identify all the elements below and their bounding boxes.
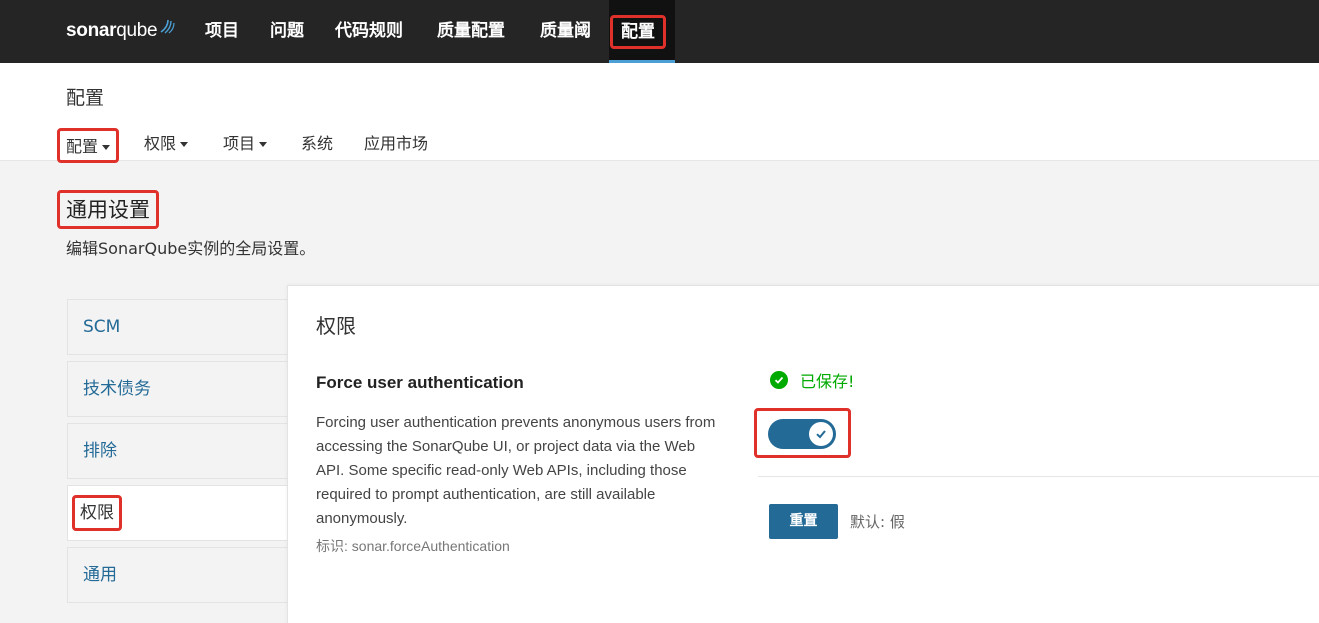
section-description: 编辑SonarQube实例的全局设置。 xyxy=(66,239,316,258)
nav-quality-profiles[interactable]: 质量配置 xyxy=(437,0,505,63)
subnav-projects-label: 项目 xyxy=(223,134,256,153)
subnav-security-label: 权限 xyxy=(144,134,177,153)
sonarqube-logo[interactable]: sonar qube xyxy=(66,14,175,48)
force-auth-toggle[interactable] xyxy=(768,419,836,449)
check-circle-icon xyxy=(770,371,788,389)
subnav-security[interactable]: 权限 xyxy=(144,130,189,154)
subnav-configuration[interactable]: 配置 xyxy=(57,128,120,163)
divider xyxy=(758,476,1319,477)
page-title: 配置 xyxy=(66,87,105,109)
nav-administration[interactable]: 配置 xyxy=(609,0,675,63)
toggle-knob xyxy=(809,422,833,446)
category-technical-debt[interactable]: 技术债务 xyxy=(67,361,289,417)
nav-rules[interactable]: 代码规则 xyxy=(335,0,403,63)
category-exclusions[interactable]: 排除 xyxy=(67,423,289,479)
category-label: SCM xyxy=(83,317,121,337)
category-general[interactable]: 通用 xyxy=(67,547,289,603)
category-scm[interactable]: SCM xyxy=(67,299,289,355)
category-label: 技术债务 xyxy=(83,379,151,399)
toggle-highlight xyxy=(754,408,851,458)
subnav-marketplace[interactable]: 应用市场 xyxy=(364,130,428,154)
subnav-system[interactable]: 系统 xyxy=(301,130,333,154)
subnav-system-label: 系统 xyxy=(301,134,334,153)
nav-issues[interactable]: 问题 xyxy=(270,0,304,63)
default-value: 默认: 假 xyxy=(850,513,905,531)
category-label: 通用 xyxy=(83,565,117,585)
logo-text-bold: sonar xyxy=(66,20,117,41)
category-security[interactable]: 权限 xyxy=(67,485,289,541)
setting-key: 标识: sonar.forceAuthentication xyxy=(316,538,510,554)
category-label: 排除 xyxy=(83,441,117,461)
sonar-waves-icon xyxy=(160,19,175,34)
top-navbar: sonar qube 项目 问题 代码规则 质量配置 质量阈 配置 xyxy=(0,0,1319,63)
caret-down-icon xyxy=(180,142,189,147)
category-label: 权限 xyxy=(72,495,122,531)
panel-title: 权限 xyxy=(316,314,356,338)
saved-status: 已保存! xyxy=(770,368,854,392)
section-title: 通用设置 xyxy=(57,190,159,229)
reset-button[interactable]: 重置 xyxy=(769,504,838,539)
logo-text-light: qube xyxy=(116,20,158,41)
nav-administration-label: 配置 xyxy=(610,15,666,49)
subnav-projects[interactable]: 项目 xyxy=(223,130,268,154)
subnav-configuration-label: 配置 xyxy=(66,137,99,156)
settings-panel: 权限 Force user authentication Forcing use… xyxy=(287,285,1319,623)
checkmark-icon xyxy=(816,430,826,439)
saved-text: 已保存! xyxy=(800,372,855,391)
setting-title: Force user authentication xyxy=(316,373,524,392)
caret-down-icon xyxy=(259,142,268,147)
page-header: 配置 配置 权限 项目 系统 应用市场 xyxy=(0,63,1319,163)
setting-description: Forcing user authentication prevents ano… xyxy=(316,414,716,527)
subnav-marketplace-label: 应用市场 xyxy=(364,134,429,153)
nav-quality-gates[interactable]: 质量阈 xyxy=(540,0,591,63)
nav-projects[interactable]: 项目 xyxy=(205,0,239,63)
caret-down-icon xyxy=(102,145,111,150)
